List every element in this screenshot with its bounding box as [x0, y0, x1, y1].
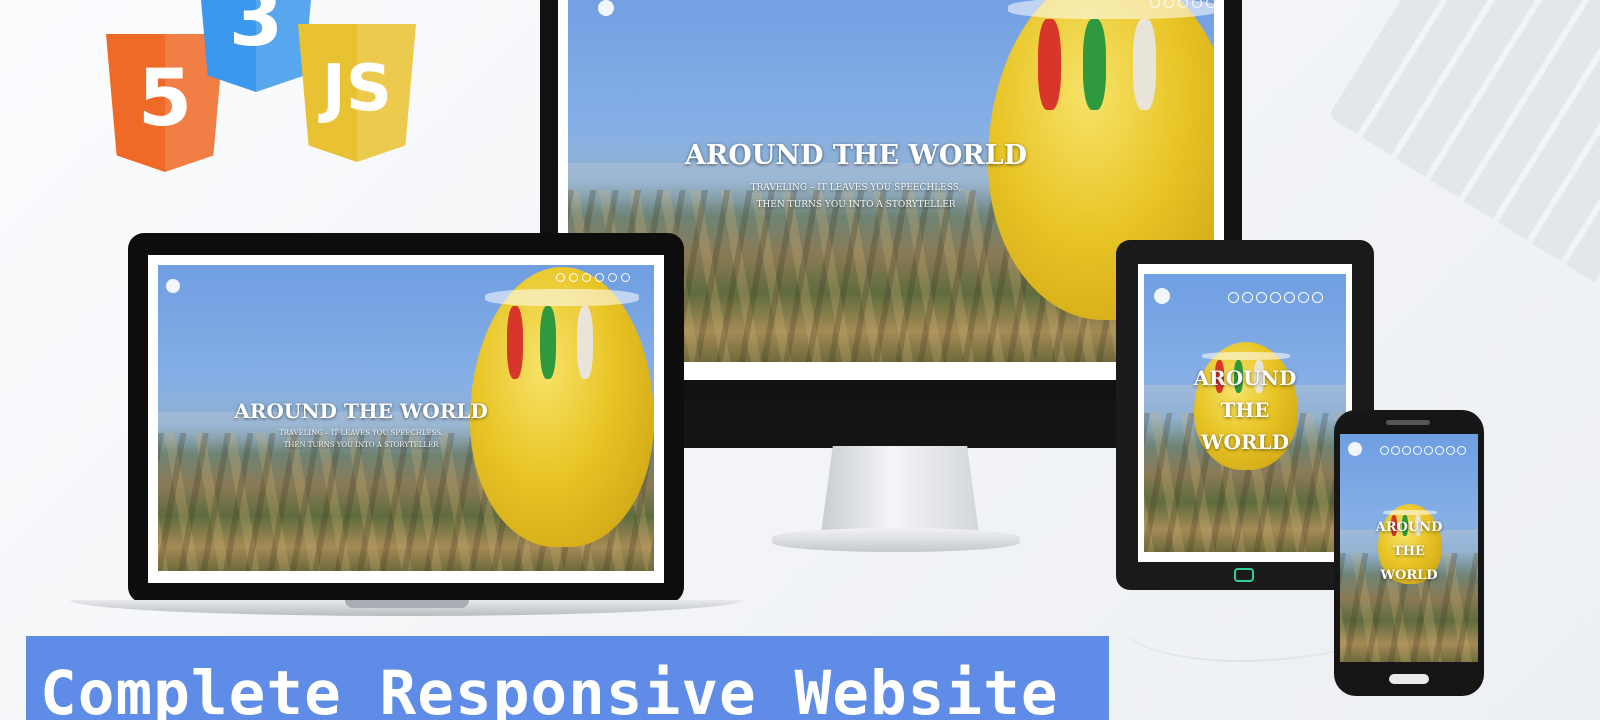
tablet-nav-item-icon[interactable] — [1284, 292, 1295, 303]
laptop-hero-image: AROUND THE WORLD TRAVELING – IT LEAVES Y… — [158, 265, 654, 571]
tablet-nav-item-icon[interactable] — [1312, 292, 1323, 303]
laptop-nav-item-icon[interactable] — [621, 273, 630, 282]
tablet-hero-image: AROUND THE WORLD — [1144, 274, 1346, 552]
tablet-hero-title-line-2: THE — [1220, 398, 1270, 422]
tablet-nav-item-icon[interactable] — [1242, 292, 1253, 303]
monitor-hero-title: AROUND THE WORLD — [684, 140, 1028, 171]
monitor-nav-menu — [1150, 0, 1214, 8]
tablet-screen: AROUND THE WORLD — [1138, 264, 1352, 562]
tablet-nav-menu — [1228, 292, 1323, 303]
css3-logo-glyph: 3 — [228, 0, 284, 64]
phone-nav-item-icon[interactable] — [1391, 446, 1400, 455]
monitor-nav-item-icon[interactable] — [1178, 0, 1188, 8]
phone-hero-title-line-1: AROUND — [1375, 520, 1443, 535]
laptop-hero-title: AROUND THE WORLD — [234, 399, 488, 423]
monitor-stand-base — [772, 528, 1020, 552]
phone-hero-image: AROUND THE WORLD — [1340, 434, 1478, 662]
banner-title: Complete Responsive Website — [40, 658, 1059, 720]
phone-site-logo-icon[interactable] — [1348, 442, 1362, 456]
tablet-hero-title-line-3: WORLD — [1201, 430, 1289, 454]
monitor-nav-item-icon[interactable] — [1206, 0, 1214, 8]
phone-speaker — [1386, 420, 1430, 425]
phone-nav-item-icon[interactable] — [1435, 446, 1444, 455]
javascript-logo-glyph: JS — [322, 52, 392, 126]
monitor-nav-item-icon[interactable] — [1192, 0, 1202, 8]
monitor-hero-subtitle-2: THEN TURNS YOU INTO A STORYTELLER — [756, 200, 956, 210]
laptop: AROUND THE WORLD TRAVELING – IT LEAVES Y… — [128, 233, 684, 603]
phone-nav-item-icon[interactable] — [1413, 446, 1422, 455]
phone-nav-item-icon[interactable] — [1446, 446, 1455, 455]
monitor-nav-item-icon[interactable] — [1150, 0, 1160, 8]
monitor-nav-item-icon[interactable] — [1164, 0, 1174, 8]
laptop-nav-item-icon[interactable] — [595, 273, 604, 282]
monitor-stand — [820, 446, 980, 541]
phone-hero-title-line-3: WORLD — [1380, 568, 1438, 583]
title-banner: Complete Responsive Website — [26, 636, 1109, 720]
phone-nav-item-icon[interactable] — [1402, 446, 1411, 455]
tablet-hero-title-line-1: AROUND — [1193, 366, 1297, 390]
laptop-nav-item-icon[interactable] — [556, 273, 565, 282]
laptop-nav-item-icon[interactable] — [569, 273, 578, 282]
tablet-nav-item-icon[interactable] — [1228, 292, 1239, 303]
laptop-screen: AROUND THE WORLD TRAVELING – IT LEAVES Y… — [148, 255, 664, 583]
laptop-hero-subtitle-1: TRAVELING – IT LEAVES YOU SPEECHLESS, — [278, 429, 444, 437]
phone-screen: AROUND THE WORLD — [1340, 434, 1478, 662]
monitor-site-logo-icon[interactable] — [598, 0, 614, 16]
phone-nav-menu — [1380, 446, 1466, 455]
laptop-notch — [345, 600, 469, 608]
phone-nav-item-icon[interactable] — [1380, 446, 1389, 455]
tablet-nav-item-icon[interactable] — [1270, 292, 1281, 303]
monitor-hero-subtitle-1: TRAVELING – IT LEAVES YOU SPEECHLESS, — [750, 183, 962, 193]
laptop-hero-subtitle-2: THEN TURNS YOU INTO A STORYTELLER — [283, 441, 439, 449]
phone-nav-item-icon[interactable] — [1457, 446, 1466, 455]
laptop-nav-menu — [556, 273, 630, 282]
laptop-site-logo-icon[interactable] — [166, 279, 180, 293]
tablet-site-logo-icon[interactable] — [1154, 288, 1170, 304]
phone-nav-item-icon[interactable] — [1424, 446, 1433, 455]
phone-home-button-icon[interactable] — [1389, 674, 1429, 684]
html5-logo-glyph: 5 — [137, 54, 193, 144]
laptop-nav-item-icon[interactable] — [608, 273, 617, 282]
tablet-nav-item-icon[interactable] — [1256, 292, 1267, 303]
laptop-nav-item-icon[interactable] — [582, 273, 591, 282]
tablet-nav-item-icon[interactable] — [1298, 292, 1309, 303]
javascript-logo: JS — [298, 24, 416, 162]
phone-hero-title-line-2: THE — [1393, 544, 1425, 559]
smartphone: AROUND THE WORLD — [1334, 410, 1484, 696]
